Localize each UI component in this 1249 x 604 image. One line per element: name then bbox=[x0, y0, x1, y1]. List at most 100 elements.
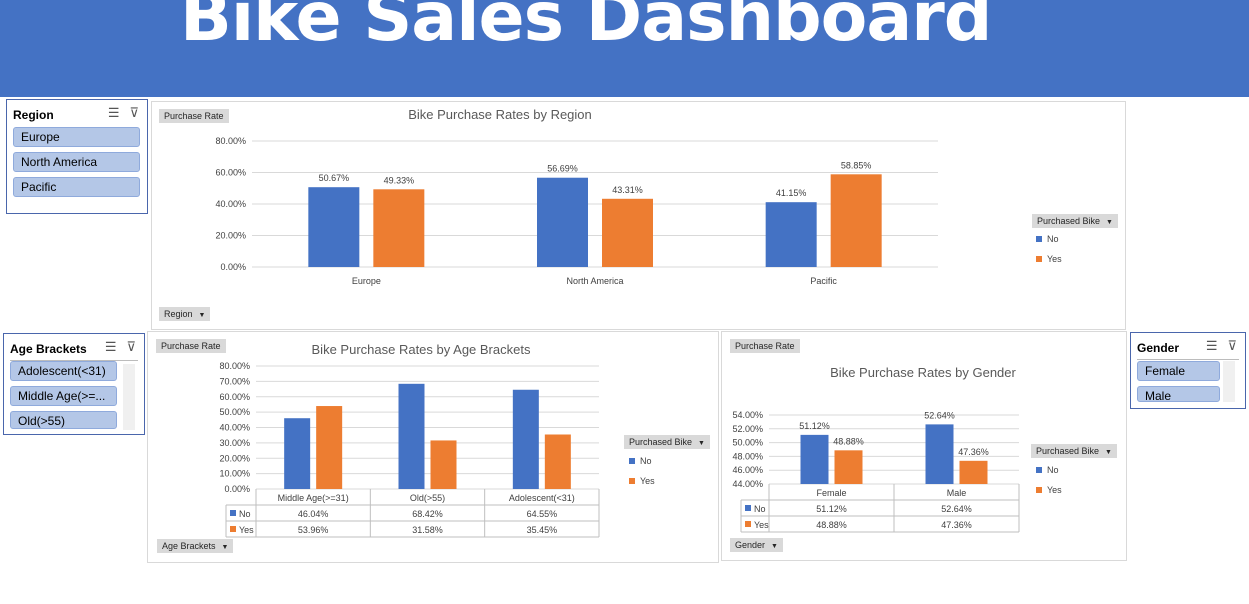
bar-yes bbox=[316, 406, 343, 489]
slicer-item-old[interactable]: Old(>55) bbox=[10, 411, 117, 429]
legend-key-yes bbox=[1036, 487, 1042, 493]
slicer-item-north-america[interactable]: North America bbox=[13, 152, 140, 172]
bar-yes bbox=[373, 189, 425, 267]
table-cell: 48.88% bbox=[816, 520, 847, 530]
bar-yes bbox=[430, 440, 457, 489]
bar-no bbox=[308, 187, 360, 267]
y-tick-label: 50.00% bbox=[732, 438, 763, 448]
x-tick-label: Female bbox=[816, 488, 846, 498]
slicer-scrollbar[interactable] bbox=[1223, 361, 1235, 402]
y-tick-label: 0.00% bbox=[220, 262, 246, 272]
bar-no bbox=[398, 383, 425, 489]
slicer-scrollbar[interactable] bbox=[123, 364, 135, 430]
table-cell: 53.96% bbox=[298, 525, 329, 535]
y-tick-label: 48.00% bbox=[732, 451, 763, 461]
slicer-item-pacific[interactable]: Pacific bbox=[13, 177, 140, 197]
slicer-item-middle-age[interactable]: Middle Age(>=... bbox=[10, 386, 117, 406]
table-cell: 64.55% bbox=[527, 509, 558, 519]
y-tick-label: 20.00% bbox=[219, 453, 250, 463]
y-tick-label: 60.00% bbox=[219, 392, 250, 402]
bar-yes bbox=[544, 434, 571, 489]
bar-no bbox=[512, 389, 539, 489]
data-label: 41.15% bbox=[776, 188, 807, 198]
x-tick-label: Middle Age(>=31) bbox=[278, 493, 349, 503]
legend-key-no bbox=[629, 458, 635, 464]
region-chart[interactable]: Purchase Rate Region ▼ Purchased Bike ▼ Bi… bbox=[151, 101, 1126, 330]
dashboard-title: Bike Sales Dashboard bbox=[180, 0, 992, 57]
multi-select-icon[interactable]: ☰ bbox=[108, 105, 120, 120]
data-label: 56.69% bbox=[547, 164, 578, 174]
y-tick-label: 40.00% bbox=[219, 423, 250, 433]
bar-yes bbox=[602, 198, 653, 267]
table-legend-label: Yes bbox=[239, 525, 254, 535]
data-label: 52.64% bbox=[924, 410, 955, 420]
bar-no bbox=[925, 424, 954, 484]
data-label: 47.36% bbox=[958, 447, 989, 457]
legend-label: No bbox=[1047, 465, 1059, 475]
y-tick-label: 30.00% bbox=[219, 438, 250, 448]
data-label: 48.88% bbox=[833, 436, 864, 446]
legend-label: Yes bbox=[1047, 485, 1062, 495]
data-label: 50.67% bbox=[319, 173, 350, 183]
table-cell: 31.58% bbox=[412, 525, 443, 535]
chart-title: Bike Purchase Rates by Age Brackets bbox=[312, 342, 531, 357]
table-legend-key bbox=[745, 521, 751, 527]
region-chart-svg: Bike Purchase Rates by Region 0.00% 20.00%… bbox=[215, 107, 1062, 286]
table-cell: 47.36% bbox=[941, 520, 972, 530]
data-label: 49.33% bbox=[384, 175, 415, 185]
bar-yes bbox=[834, 450, 863, 484]
gender-slicer-title: Gender bbox=[1137, 341, 1180, 355]
bar-yes bbox=[959, 460, 988, 484]
bar-no bbox=[800, 434, 829, 484]
y-tick-label: 54.00% bbox=[732, 410, 763, 420]
y-tick-label: 44.00% bbox=[732, 479, 763, 489]
table-legend-key bbox=[745, 505, 751, 511]
slicer-item-male[interactable]: Male bbox=[1137, 386, 1220, 402]
table-legend-key bbox=[230, 510, 236, 516]
table-cell: 52.64% bbox=[941, 504, 972, 514]
table-cell: 46.04% bbox=[298, 509, 329, 519]
region-slicer-title: Region bbox=[13, 108, 54, 122]
table-legend-key bbox=[230, 526, 236, 532]
data-label: 43.31% bbox=[612, 185, 643, 195]
table-cell: 35.45% bbox=[527, 525, 558, 535]
bar-no bbox=[537, 177, 588, 267]
dashboard-banner: Bike Sales Dashboard bbox=[0, 0, 1249, 97]
slicer-item-female[interactable]: Female bbox=[1137, 361, 1220, 381]
gender-chart-svg: Bike Purchase Rates by Gender 44.00% 46.00… bbox=[732, 365, 1062, 533]
clear-filter-icon[interactable]: ⊽ bbox=[129, 105, 139, 120]
age-brackets-slicer: Age Brackets ☰ ⊽ Adolescent(<31) Middle A… bbox=[3, 333, 145, 435]
legend-key-no bbox=[1036, 467, 1042, 473]
region-slicer: Region ☰ ⊽ Europe North America Pacific bbox=[6, 99, 148, 214]
multi-select-icon[interactable]: ☰ bbox=[105, 339, 117, 354]
table-cell: 68.42% bbox=[412, 509, 443, 519]
x-tick-label: North America bbox=[566, 276, 623, 286]
y-tick-label: 10.00% bbox=[219, 469, 250, 479]
multi-select-icon[interactable]: ☰ bbox=[1206, 338, 1218, 353]
bar-no bbox=[765, 202, 817, 267]
x-tick-label: Pacific bbox=[810, 276, 837, 286]
slicer-divider bbox=[1137, 359, 1239, 360]
table-cell: 51.12% bbox=[816, 504, 847, 514]
bar-yes bbox=[830, 174, 882, 267]
chart-title: Bike Purchase Rates by Gender bbox=[830, 365, 1016, 380]
y-tick-label: 80.00% bbox=[215, 136, 246, 146]
age-slicer-title: Age Brackets bbox=[10, 342, 87, 356]
legend-label: Yes bbox=[640, 476, 655, 486]
table-legend-label: No bbox=[239, 509, 251, 519]
age-chart[interactable]: Purchase Rate Age Brackets ▼ Purchased Bi… bbox=[147, 331, 719, 563]
x-tick-label: Male bbox=[947, 488, 967, 498]
x-tick-label: Old(>55) bbox=[410, 493, 445, 503]
legend-label: No bbox=[640, 456, 652, 466]
gender-slicer: Gender ☰ ⊽ Female Male bbox=[1130, 332, 1246, 409]
legend-key-yes bbox=[629, 478, 635, 484]
legend-label: No bbox=[1047, 234, 1059, 244]
age-chart-svg: Bike Purchase Rates by Age Brackets 0.00%… bbox=[219, 342, 655, 538]
bar-no bbox=[284, 418, 311, 489]
clear-filter-icon[interactable]: ⊽ bbox=[1227, 338, 1237, 353]
clear-filter-icon[interactable]: ⊽ bbox=[126, 339, 136, 354]
y-tick-label: 52.00% bbox=[732, 424, 763, 434]
slicer-item-adolescent[interactable]: Adolescent(<31) bbox=[10, 361, 117, 381]
slicer-item-europe[interactable]: Europe bbox=[13, 127, 140, 147]
gender-chart[interactable]: Purchase Rate Gender ▼ Purchased Bike ▼ Bi… bbox=[721, 331, 1127, 561]
